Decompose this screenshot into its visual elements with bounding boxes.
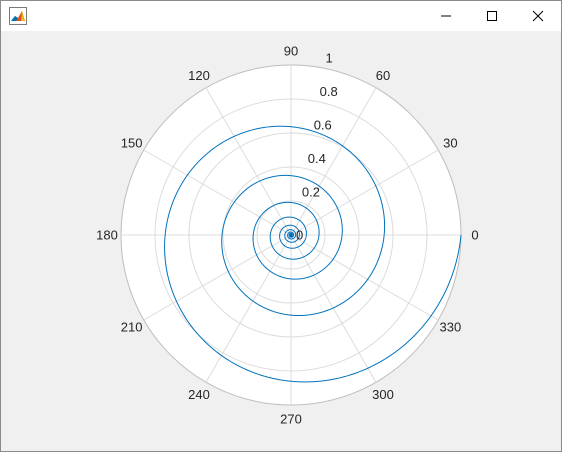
minimize-icon <box>440 10 452 22</box>
r-tick-label: 0 <box>296 228 303 243</box>
r-tick-label: 0.8 <box>320 84 338 99</box>
theta-tick-label: 330 <box>439 320 461 335</box>
theta-tick-label: 90 <box>284 44 298 59</box>
close-button[interactable] <box>515 1 561 31</box>
theta-tick-label: 120 <box>188 68 210 83</box>
r-tick-label: 0.4 <box>308 151 326 166</box>
figure-window: 0 30 60 90 120 150 180 210 240 270 300 330 0 0.2 0.4 0.… <box>0 0 562 452</box>
theta-tick-label: 150 <box>121 136 143 151</box>
theta-tick-label: 300 <box>372 387 394 402</box>
r-tick-label: 0.2 <box>302 185 320 200</box>
theta-tick-label: 210 <box>121 320 143 335</box>
r-tick-label: 0.6 <box>314 118 332 133</box>
r-tick-label: 1 <box>326 51 333 66</box>
theta-tick-label: 270 <box>280 412 302 427</box>
theta-tick-label: 240 <box>188 387 210 402</box>
plot-area: 0 30 60 90 120 150 180 210 240 270 300 330 0 0.2 0.4 0.… <box>1 31 561 451</box>
theta-tick-label: 180 <box>96 228 118 243</box>
matlab-figure-icon[interactable] <box>9 7 27 25</box>
theta-tick-label: 30 <box>443 136 457 151</box>
maximize-button[interactable] <box>469 1 515 31</box>
close-icon <box>532 10 544 22</box>
minimize-button[interactable] <box>423 1 469 31</box>
theta-tick-label: 60 <box>376 68 390 83</box>
theta-tick-label: 0 <box>471 228 478 243</box>
polar-plot[interactable]: 0 30 60 90 120 150 180 210 240 270 300 330 0 0.2 0.4 0.… <box>1 31 561 451</box>
maximize-icon <box>486 10 498 22</box>
title-bar[interactable] <box>1 1 561 31</box>
